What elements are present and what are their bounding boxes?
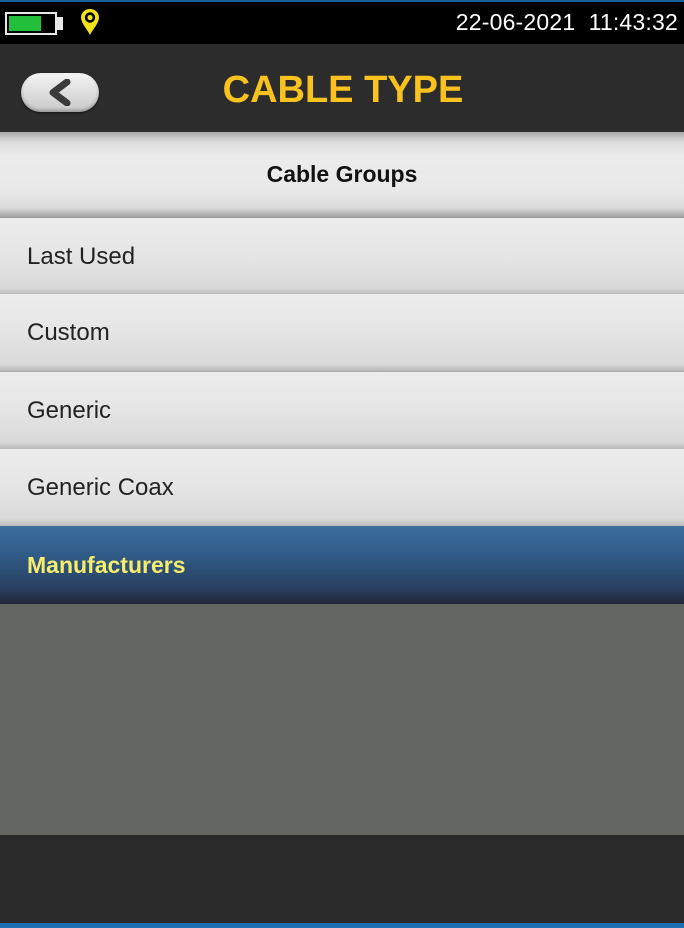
- datetime: 22-06-2021 11:43:32: [455, 9, 678, 35]
- battery-level-fill: [9, 16, 41, 31]
- list-item-label: Generic Coax: [27, 474, 174, 501]
- footer-bar: [0, 835, 684, 928]
- list-item-label: Last Used: [27, 243, 136, 270]
- section-header: Cable Groups: [0, 132, 684, 218]
- section-title: Cable Groups: [266, 161, 418, 187]
- list-item-generic[interactable]: Generic: [0, 372, 684, 450]
- footer-accent-line: [0, 923, 684, 928]
- list-item-label: Generic: [27, 397, 112, 424]
- battery-tip: [57, 17, 63, 30]
- screen: 22-06-2021 11:43:32 CABLE TYPE Cable Gro…: [0, 0, 684, 928]
- page-title: CABLE TYPE: [222, 69, 464, 111]
- status-bar: 22-06-2021 11:43:32: [0, 0, 684, 44]
- battery-icon: [5, 12, 57, 35]
- list-item-manufacturers[interactable]: Manufacturers: [0, 526, 684, 604]
- top-accent-line: [0, 0, 684, 2]
- location-pin-icon: [81, 9, 99, 35]
- list-item-label: Custom: [27, 319, 110, 346]
- list-item-custom[interactable]: Custom: [0, 294, 684, 372]
- empty-list-area: [0, 604, 684, 835]
- header: CABLE TYPE: [0, 44, 684, 132]
- list-item-label: Manufacturers: [27, 552, 186, 578]
- list-item-last-used[interactable]: Last Used: [0, 218, 684, 296]
- list-item-generic-coax[interactable]: Generic Coax: [0, 449, 684, 527]
